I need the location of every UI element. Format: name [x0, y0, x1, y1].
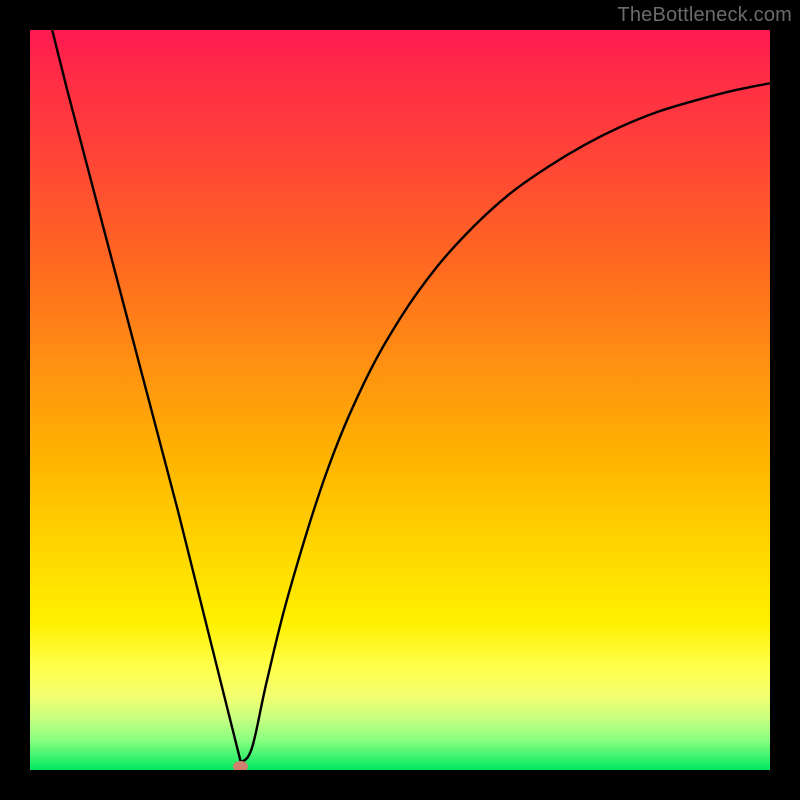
attribution-text: TheBottleneck.com: [617, 4, 792, 27]
plot-area: [30, 30, 770, 770]
chart-frame: TheBottleneck.com: [0, 0, 800, 800]
curve-svg: [30, 30, 770, 770]
optimal-marker: [233, 761, 248, 770]
bottleneck-curve: [52, 30, 770, 763]
